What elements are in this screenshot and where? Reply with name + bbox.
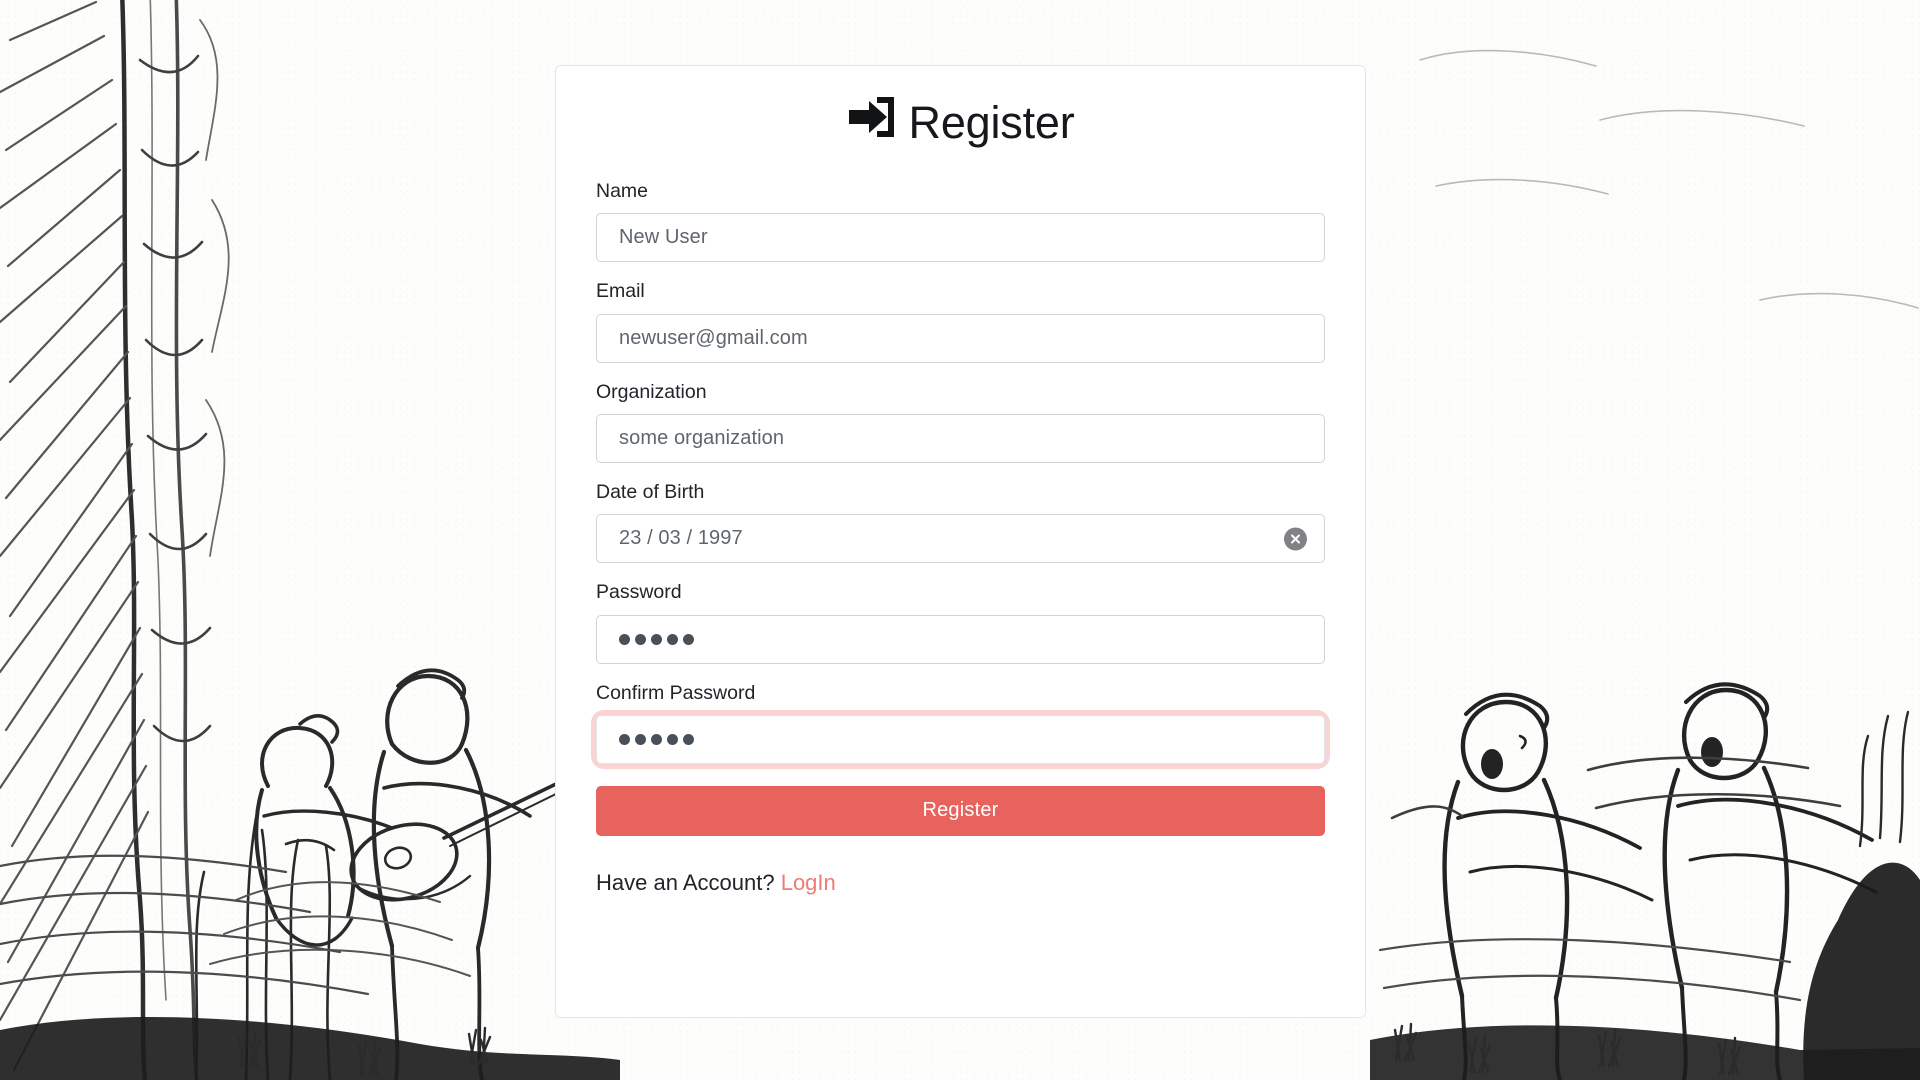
field-confirm-password: Confirm Password [596,680,1325,764]
date-of-birth-input[interactable]: 23 / 03 / 1997 [596,514,1325,564]
input-wrap-date-of-birth: 23 / 03 / 1997 [596,514,1325,564]
email-input[interactable]: newuser@gmail.com [596,313,1325,363]
password-masked-dots [619,633,694,645]
field-date-of-birth: Date of Birth 23 / 03 / 1997 [596,479,1325,564]
input-wrap-organization: some organization [596,413,1325,463]
field-email: Email newuser@gmail.com [596,278,1325,363]
input-wrap-confirm-password [596,714,1325,764]
clear-circle-icon[interactable] [1284,527,1307,551]
label-date-of-birth: Date of Birth [596,480,705,503]
input-wrap-name: New User [596,213,1325,263]
label-confirm-password: Confirm Password [596,681,756,704]
input-wrap-password [596,614,1325,664]
label-name: Name [596,180,649,202]
register-card: Register Name New User Email newuser@gma… [555,65,1366,1018]
field-name: Name New User [596,178,1325,263]
field-password: Password [596,579,1325,664]
label-email: Email [596,280,645,303]
organization-input[interactable]: some organization [596,413,1325,463]
label-password: Password [596,581,682,604]
page-title-text: Register [908,96,1075,148]
register-button[interactable]: Register [596,785,1325,836]
login-arrow-icon [847,95,895,150]
password-input[interactable] [596,614,1325,664]
login-prompt: Have an Account? LogIn [596,869,1325,898]
register-form: Name New User Email newuser@gmail.com Or… [584,178,1337,897]
login-prompt-text: Have an Account? [596,869,775,895]
login-link[interactable]: LogIn [781,870,836,895]
confirm-password-masked-dots [619,733,694,745]
confirm-password-input[interactable] [596,714,1325,764]
label-organization: Organization [596,380,707,403]
register-page: Register Name New User Email newuser@gma… [0,0,1920,1080]
foreground-shadow [0,1017,620,1080]
name-input[interactable]: New User [596,213,1325,263]
input-wrap-email: newuser@gmail.com [596,313,1325,363]
page-title: Register [584,66,1337,178]
field-organization: Organization some organization [596,379,1325,463]
